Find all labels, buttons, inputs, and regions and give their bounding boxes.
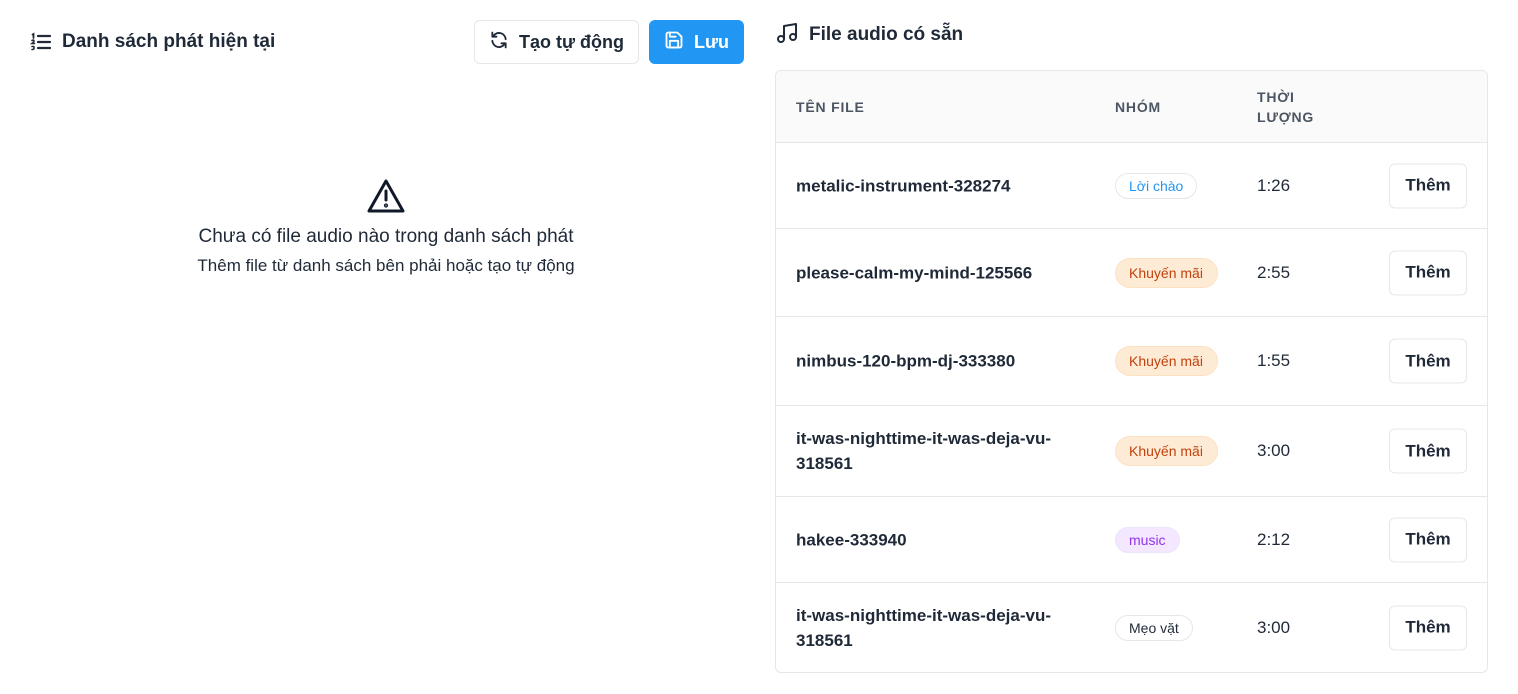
file-name: please-calm-my-mind-125566 xyxy=(796,263,1033,282)
add-button[interactable]: Thêm xyxy=(1389,338,1467,384)
available-files-title: File audio có sẵn xyxy=(775,20,963,50)
available-files-title-text: File audio có sẵn xyxy=(809,24,964,45)
list-icon xyxy=(30,32,52,52)
add-button[interactable]: Thêm xyxy=(1389,250,1467,295)
table-row: metalic-instrument-328274 Lời chào 1:26 … xyxy=(776,143,1487,229)
group-tag: Khuyến mãi xyxy=(1115,257,1218,288)
add-button[interactable]: Thêm xyxy=(1389,605,1467,650)
save-label: Lưu xyxy=(693,31,730,52)
table-row: please-calm-my-mind-125566 Khuyến mãi 2:… xyxy=(776,229,1487,317)
empty-playlist-state: Chưa có file audio nào trong danh sách p… xyxy=(30,178,742,276)
duration: 1:26 xyxy=(1257,175,1291,195)
group-tag: Khuyến mãi xyxy=(1115,436,1218,466)
file-name: metalic-instrument-328274 xyxy=(796,176,1011,195)
warning-triangle-icon xyxy=(30,178,742,214)
duration: 3:00 xyxy=(1257,617,1291,637)
audio-files-table: TÊN FILE NHÓM THỜI LƯỢNG metalic-instrum… xyxy=(775,70,1488,673)
floppy-disk-icon xyxy=(664,30,684,55)
duration: 2:55 xyxy=(1257,262,1291,282)
table-row: it-was-nighttime-it-was-deja-vu-318561 M… xyxy=(776,583,1487,672)
auto-generate-label: Tạo tự động xyxy=(518,31,624,52)
file-name: nimbus-120-bpm-dj-333380 xyxy=(796,351,1016,371)
group-tag: music xyxy=(1115,526,1180,553)
file-name: hakee-333940 xyxy=(796,530,907,549)
duration: 1:55 xyxy=(1257,351,1291,370)
duration: 3:00 xyxy=(1257,441,1291,460)
file-name: it-was-nighttime-it-was-deja-vu-318561 xyxy=(796,605,1052,650)
column-header-duration[interactable]: THỜI LƯỢNG xyxy=(1257,87,1327,127)
add-button[interactable]: Thêm xyxy=(1389,163,1467,208)
empty-subtitle: Thêm file từ danh sách bên phải hoặc tạo… xyxy=(197,256,575,275)
add-button[interactable]: Thêm xyxy=(1389,428,1467,474)
column-header-group[interactable]: NHÓM xyxy=(1115,97,1161,117)
playlist-header: Danh sách phát hiện tại Tạo tự động Lưu xyxy=(30,20,745,64)
empty-title: Chưa có file audio nào trong danh sách p… xyxy=(198,226,574,247)
table-row: nimbus-120-bpm-dj-333380 Khuyến mãi 1:55… xyxy=(776,317,1487,406)
group-tag: Mẹo vặt xyxy=(1115,614,1193,641)
column-header-name[interactable]: TÊN FILE xyxy=(796,97,865,117)
playlist-title: Danh sách phát hiện tại xyxy=(30,20,275,64)
group-tag: Khuyến mãi xyxy=(1115,346,1218,376)
duration: 2:12 xyxy=(1257,529,1291,549)
music-note-icon xyxy=(775,21,799,50)
table-row: it-was-nighttime-it-was-deja-vu-318561 K… xyxy=(776,406,1487,497)
save-button[interactable]: Lưu xyxy=(649,20,744,64)
refresh-icon xyxy=(489,30,509,55)
playlist-title-text: Danh sách phát hiện tại xyxy=(62,31,276,52)
table-row: hakee-333940 music 2:12 Thêm xyxy=(776,497,1487,583)
auto-generate-button[interactable]: Tạo tự động xyxy=(474,20,639,64)
add-button[interactable]: Thêm xyxy=(1389,517,1467,562)
group-tag: Lời chào xyxy=(1115,172,1198,199)
file-name: it-was-nighttime-it-was-deja-vu-318561 xyxy=(796,429,1052,473)
table-header: TÊN FILE NHÓM THỜI LƯỢNG xyxy=(776,71,1487,143)
